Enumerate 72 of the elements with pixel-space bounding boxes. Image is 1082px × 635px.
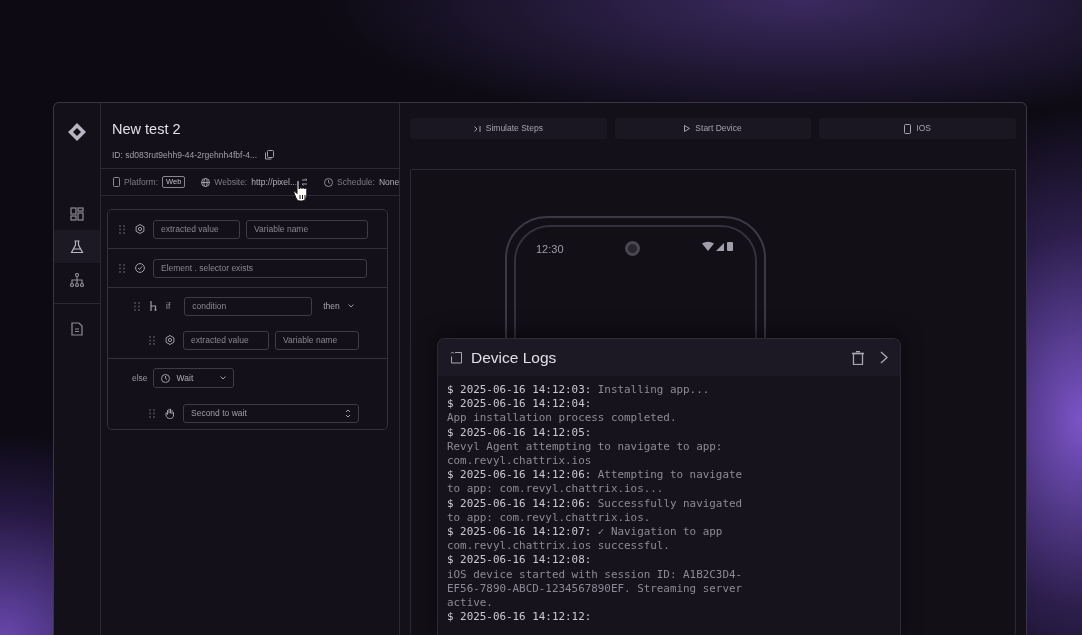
seconds-field[interactable]: Second to wait [183,403,359,423]
test-title: New test 2 [112,120,182,139]
log-message: com.revyl.chattrix.ios successful. [447,539,670,553]
log-message: active. [447,596,493,610]
gear-icon [135,224,145,234]
flask-icon[interactable] [54,230,100,263]
condition-field[interactable]: condition [184,296,313,316]
phone-icon [113,177,120,187]
phone-icon [904,123,912,134]
swap-icon[interactable] [301,178,309,186]
drag-handle-icon[interactable] [119,263,125,273]
if-label: if [166,299,171,313]
delete-icon[interactable] [852,350,864,365]
log-timestamp: $ 2025-06-16 14:12:04: [447,397,592,411]
chevron-right-icon[interactable] [880,351,888,364]
meta-label: Website: [214,175,248,189]
log-message: App installation process completed. [447,411,677,425]
copy-icon[interactable] [265,150,275,161]
condition-field[interactable]: Element . selector exists [153,258,367,278]
log-message: Revyl Agent attempting to navigate to app: [447,439,723,453]
start-device-button[interactable]: Start Device [614,118,812,139]
step-type-dropdown[interactable]: Wait [152,368,234,388]
drag-handle-icon[interactable] [149,408,155,418]
log-timestamp: $ 2025-06-16 14:12:07: [447,525,592,539]
log-timestamp: $ 2025-06-16 14:12:05: [447,425,592,439]
log-message: iOS device started with session ID: A1B2C3D4- [447,567,743,581]
log-timestamp: $ 2025-06-16 14:12:06: [447,468,592,482]
log-message: to app: com.revyl.chattrix.ios. [447,510,651,524]
status-time: 12:30 [536,242,564,257]
drag-handle-icon[interactable] [119,224,125,234]
clock-icon [160,373,170,383]
drag-handle-icon[interactable] [134,301,140,311]
branch-icon [150,301,158,311]
status-icons [702,241,735,252]
clock-icon [324,177,334,187]
meta-label: Platform: [124,175,158,189]
variable-name-field[interactable]: Variable name [275,330,359,350]
meta-value: None [378,175,400,189]
log-message: to app: com.revyl.chattrix.ios... [447,482,664,496]
stepper-icon [345,408,351,418]
log-timestamp: $ 2025-06-16 14:12:12: [447,610,592,624]
else-label: else [132,371,148,385]
log-message: Attempting to navigate [597,468,743,482]
test-id: ID: sd083rut9ehh9-44-2rgehnh4fbf-4... [112,148,258,162]
log-message: com.revyl.chattrix.ios [447,454,592,467]
gear-icon [165,335,175,345]
log-timestamp: $ 2025-06-16 14:12:03: [447,383,592,396]
log-timestamp: $ 2025-06-16 14:12:06: [447,496,592,510]
logs-title: Device Logs [471,347,557,368]
then-dropdown[interactable]: then [323,299,354,313]
play-icon [684,125,691,132]
hand-icon [165,407,175,419]
logs-icon [450,351,463,364]
platform-button[interactable]: IOS [819,118,1016,139]
meta-label: Schedule: [337,175,375,189]
variable-name-field[interactable]: Variable name [246,219,368,239]
log-message: Successfully navigated [597,496,743,510]
simulate-button[interactable]: Simulate Steps [410,118,607,139]
meta-value: http://pixel... [251,175,298,189]
log-message: EF56-7890-ABCD-1234567890EF. Streaming server [447,581,743,595]
log-timestamp: $ 2025-06-16 14:12:08: [447,553,592,567]
log-message: Installing app... [597,383,710,396]
globe-icon [201,177,211,187]
chevron-down-icon [347,304,354,308]
value-field[interactable]: extracted value [183,330,269,350]
chevron-down-icon [219,376,226,380]
camera-icon [625,241,641,256]
check-circle-icon [135,263,145,273]
drag-handle-icon[interactable] [149,335,155,345]
log-message: ✓ Navigation to app [597,525,723,539]
value-field[interactable]: extracted value [153,219,240,239]
skip-icon [473,125,481,132]
